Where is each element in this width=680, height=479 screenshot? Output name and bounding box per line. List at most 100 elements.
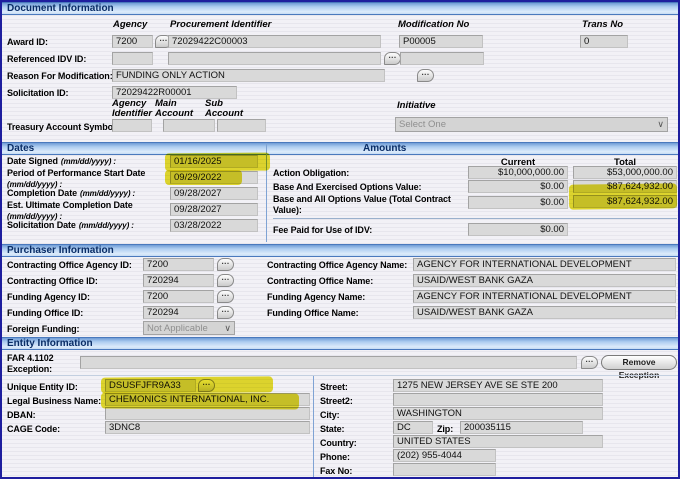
contracting-office-name-label: Contracting Office Name:	[267, 276, 373, 287]
foreign-funding-dropdown[interactable]: Not Applicable ∨	[143, 321, 235, 335]
ellipsis-icon: ···	[586, 357, 594, 366]
funding-office-name-label: Funding Office Name:	[267, 308, 359, 319]
action-obligation-total-field[interactable]: $53,000,000.00	[573, 166, 677, 179]
cage-code-field[interactable]: 3DNC8	[105, 421, 310, 434]
tas-sub-account-field[interactable]	[217, 119, 266, 132]
funding-agency-id-field[interactable]: 7200	[143, 290, 214, 303]
ellipsis-icon: ···	[222, 291, 230, 300]
zip-field[interactable]: 200035115	[460, 421, 583, 434]
amounts-separator	[273, 218, 677, 219]
completion-date-field[interactable]: 09/28/2027	[170, 187, 258, 200]
base-exercised-options-label: Base And Exercised Options Value:	[273, 182, 421, 193]
foreign-funding-label: Foreign Funding:	[7, 324, 79, 335]
award-id-label: Award ID:	[7, 37, 48, 48]
ellipsis-icon: ···	[222, 307, 230, 316]
phone-field[interactable]: (202) 955-4044	[393, 449, 496, 462]
dates-section-title: Dates	[7, 143, 34, 154]
pop-start-date-field[interactable]: 09/29/2022	[170, 171, 258, 184]
solicitation-id-label: Solicitation ID:	[7, 88, 68, 99]
amounts-section-title: Amounts	[363, 143, 406, 155]
funding-agency-name-label: Funding Agency Name:	[267, 292, 365, 303]
contracting-office-id-label: Contracting Office ID:	[7, 276, 98, 287]
funding-office-id-lookup-button[interactable]: ···	[217, 306, 234, 319]
street-field[interactable]: 1275 NEW JERSEY AVE SE STE 200	[393, 379, 603, 392]
base-all-options-total-field[interactable]: $87,624,932.00	[573, 195, 677, 208]
base-all-options-current-field[interactable]: $0.00	[468, 196, 568, 209]
reason-for-modification-label: Reason For Modification:	[7, 71, 113, 82]
fax-no-field[interactable]	[393, 463, 496, 476]
est-ultimate-completion-date-field[interactable]: 09/28/2027	[170, 203, 258, 216]
section-title: Entity Information	[7, 338, 93, 349]
ref-idv-procurement-id-field[interactable]	[168, 52, 381, 65]
award-trans-no-field[interactable]: 0	[580, 35, 628, 48]
ellipsis-icon: ···	[160, 36, 168, 45]
ellipsis-icon: ···	[222, 259, 230, 268]
contracting-office-agency-name-label: Contracting Office Agency Name:	[267, 260, 407, 271]
far-exception-field[interactable]	[80, 356, 577, 369]
funding-office-id-field[interactable]: 720294	[143, 306, 214, 319]
reason-lookup-button[interactable]: ···	[417, 69, 434, 82]
remove-exception-button[interactable]: Remove Exception	[601, 355, 677, 370]
street-label: Street:	[320, 382, 348, 393]
ref-idv-agency-field[interactable]	[112, 52, 153, 65]
tas-sub-account-header: Sub Account	[205, 99, 253, 119]
funding-agency-id-label: Funding Agency ID:	[7, 292, 90, 303]
cage-code-label: CAGE Code:	[7, 424, 60, 435]
fee-paid-idv-label: Fee Paid for Use of IDV:	[273, 225, 372, 236]
section-header-document-information: Document Information	[2, 2, 678, 15]
legal-business-name-label: Legal Business Name:	[7, 396, 101, 407]
far-exception-lookup-button[interactable]: ···	[581, 356, 598, 369]
contracting-office-name-field[interactable]: USAID/WEST BANK GAZA	[413, 274, 676, 287]
ellipsis-icon: ···	[203, 380, 211, 389]
treasury-account-symbol-label: Treasury Account Symbol:	[7, 122, 118, 133]
contracting-office-id-lookup-button[interactable]: ···	[217, 274, 234, 287]
tas-main-account-header: Main Account	[155, 99, 201, 119]
country-field[interactable]: UNITED STATES	[393, 435, 603, 448]
city-field[interactable]: WASHINGTON	[393, 407, 603, 420]
column-header-agency: Agency	[113, 20, 147, 30]
funding-agency-id-lookup-button[interactable]: ···	[217, 290, 234, 303]
award-agency-field[interactable]: 7200	[112, 35, 153, 48]
ellipsis-icon: ···	[389, 53, 397, 62]
street2-label: Street2:	[320, 396, 353, 407]
tas-main-account-field[interactable]	[163, 119, 215, 132]
contracting-office-id-field[interactable]: 720294	[143, 274, 214, 287]
date-signed-field[interactable]: 01/16/2025	[170, 155, 258, 168]
ref-idv-lookup-button[interactable]: ···	[384, 52, 401, 65]
initiative-selected-value: Select One	[399, 119, 446, 130]
unique-entity-id-lookup-button[interactable]: ···	[198, 379, 215, 392]
tas-agency-identifier-field[interactable]	[112, 119, 152, 132]
contracting-office-agency-name-field[interactable]: AGENCY FOR INTERNATIONAL DEVELOPMENT	[413, 258, 676, 271]
contracting-office-agency-id-lookup-button[interactable]: ···	[217, 258, 234, 271]
chevron-down-icon: ∨	[224, 322, 231, 335]
legal-business-name-field[interactable]: CHEMONICS INTERNATIONAL, INC.	[105, 393, 310, 406]
unique-entity-id-label: Unique Entity ID:	[7, 382, 78, 393]
street2-field[interactable]	[393, 393, 603, 406]
reason-for-modification-field[interactable]: FUNDING ONLY ACTION	[112, 69, 385, 82]
foreign-funding-selected-value: Not Applicable	[147, 323, 208, 334]
zip-label: Zip:	[437, 424, 453, 435]
state-field[interactable]: DC	[393, 421, 433, 434]
entity-subdivider	[2, 375, 678, 376]
initiative-dropdown[interactable]: Select One ∨	[395, 117, 668, 132]
column-header-modification-no: Modification No	[398, 20, 469, 30]
solicitation-date-field[interactable]: 03/28/2022	[170, 219, 258, 232]
fee-paid-idv-current-field[interactable]: $0.00	[468, 223, 568, 236]
base-exercised-options-total-field[interactable]: $87,624,932.00	[573, 180, 677, 193]
award-modification-no-field[interactable]: P00005	[399, 35, 483, 48]
entity-column-divider	[313, 376, 314, 479]
contracting-office-agency-id-field[interactable]: 7200	[143, 258, 214, 271]
funding-agency-name-field[interactable]: AGENCY FOR INTERNATIONAL DEVELOPMENT	[413, 290, 676, 303]
dates-amounts-divider	[266, 143, 267, 242]
far-exception-label-line1: FAR 4.1102	[7, 353, 54, 364]
award-procurement-id-field[interactable]: 72029422C00003	[168, 35, 381, 48]
action-obligation-current-field[interactable]: $10,000,000.00	[468, 166, 568, 179]
ref-idv-modification-no-field[interactable]	[400, 52, 484, 65]
funding-office-name-field[interactable]: USAID/WEST BANK GAZA	[413, 306, 676, 319]
unique-entity-id-field[interactable]: DSUSFJFR9A33	[105, 379, 196, 392]
initiative-header: Initiative	[397, 101, 436, 111]
dban-field[interactable]	[105, 407, 310, 420]
state-label: State:	[320, 424, 344, 435]
solicitation-date-label: Solicitation Date(mm/dd/yyyy) :	[7, 220, 134, 231]
base-exercised-options-current-field[interactable]: $0.00	[468, 180, 568, 193]
